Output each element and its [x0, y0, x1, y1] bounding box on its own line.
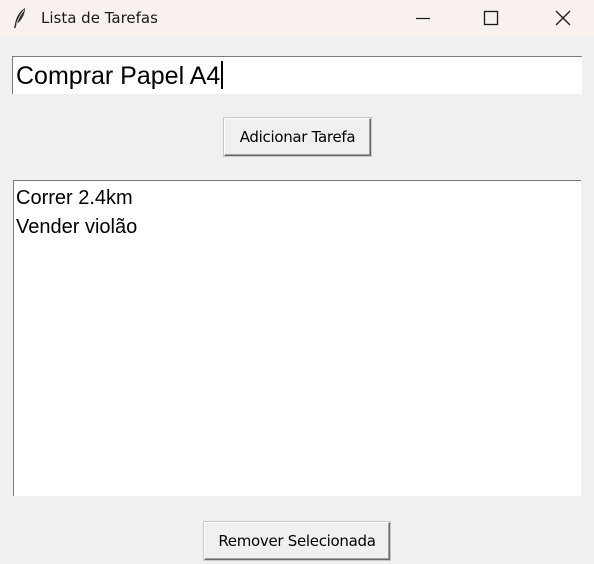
- title-bar: Lista de Tarefas: [0, 0, 594, 36]
- window-title: Lista de Tarefas: [41, 9, 158, 27]
- remove-selected-button[interactable]: Remover Selecionada: [204, 522, 390, 560]
- minimize-icon: [416, 17, 430, 20]
- task-input-text: Comprar Papel A4: [16, 62, 221, 90]
- text-caret: [221, 61, 224, 89]
- maximize-icon: [483, 10, 499, 26]
- list-item[interactable]: Correr 2.4km: [16, 184, 581, 213]
- maximize-button[interactable]: [468, 0, 514, 36]
- close-icon: [555, 10, 571, 26]
- task-input[interactable]: Comprar Papel A4: [12, 56, 582, 94]
- minimize-button[interactable]: [400, 0, 446, 36]
- add-task-button[interactable]: Adicionar Tarefa: [224, 118, 371, 156]
- close-button[interactable]: [540, 0, 586, 36]
- list-item[interactable]: Vender violão: [16, 213, 581, 242]
- task-list[interactable]: Correr 2.4km Vender violão: [13, 180, 581, 496]
- feather-icon: [12, 7, 28, 29]
